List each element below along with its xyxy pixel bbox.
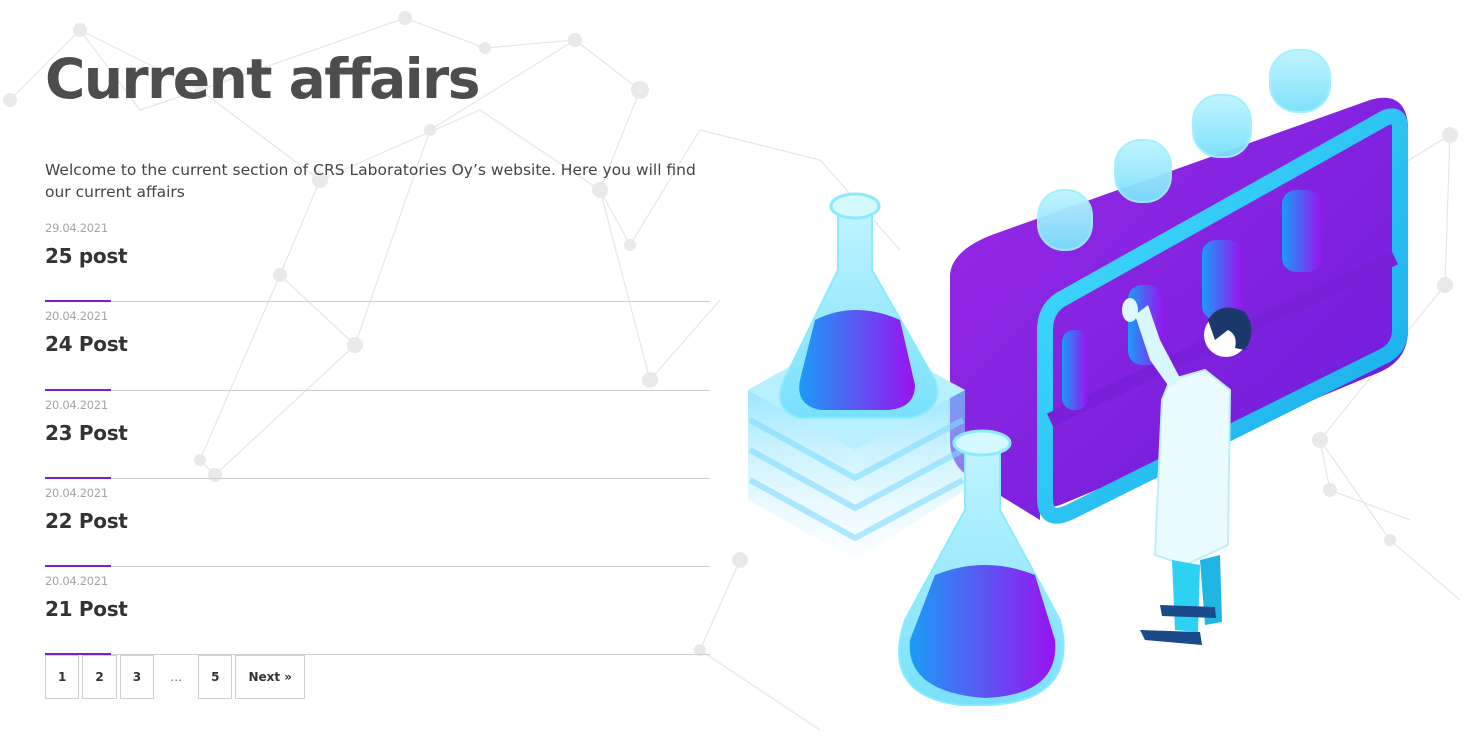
page-5-button[interactable]: 5 (198, 655, 233, 699)
laboratory-illustration-icon (748, 49, 1408, 706)
post-date: 20.04.2021 (45, 485, 108, 500)
post-title-link[interactable]: 25 post (45, 244, 128, 268)
post-list: 29.04.2021 25 post 20.04.2021 24 Post 20… (45, 214, 710, 656)
list-item: 20.04.2021 22 Post (45, 479, 710, 568)
page-2-button[interactable]: 2 (82, 655, 117, 699)
page-title: Current affairs (45, 47, 480, 111)
list-item: 20.04.2021 21 Post (45, 567, 710, 656)
post-title-link[interactable]: 22 Post (45, 509, 128, 533)
post-date: 20.04.2021 (45, 309, 108, 324)
post-title-link[interactable]: 24 Post (45, 332, 128, 356)
list-item: 29.04.2021 25 post (45, 214, 710, 303)
post-date: 29.04.2021 (45, 221, 108, 235)
pagination: 1 2 3 … 5 Next » (45, 655, 306, 699)
post-title-link[interactable]: 21 Post (45, 597, 128, 621)
pagination-ellipsis: … (157, 655, 196, 699)
page-1-button[interactable]: 1 (45, 655, 80, 699)
list-item: 20.04.2021 23 Post (45, 391, 710, 479)
post-title-link[interactable]: 23 Post (45, 421, 128, 445)
page-3-button[interactable]: 3 (119, 655, 155, 699)
list-item: 20.04.2021 24 Post (45, 302, 710, 391)
post-date: 20.04.2021 (45, 574, 108, 589)
next-page-button[interactable]: Next » (235, 655, 306, 699)
intro-text: Welcome to the current section of CRS La… (45, 160, 696, 201)
post-date: 20.04.2021 (45, 397, 108, 412)
